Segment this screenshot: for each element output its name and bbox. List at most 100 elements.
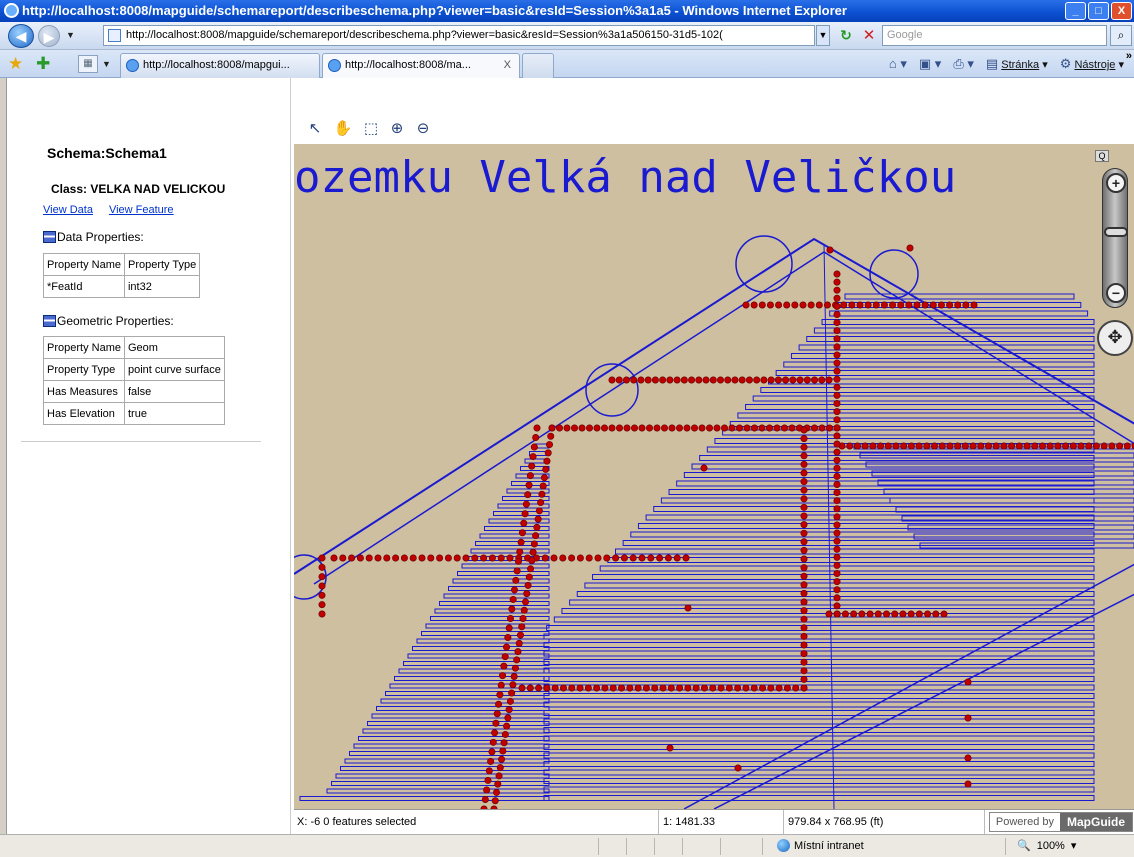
- view-data-link[interactable]: View Data: [43, 204, 93, 216]
- maximize-button[interactable]: □: [1088, 2, 1109, 20]
- map-graphics: ozemku Velká nad Veličkou: [294, 152, 1134, 809]
- back-button[interactable]: ◀: [8, 24, 34, 48]
- schema-title: Schema:Schema1: [47, 145, 167, 161]
- survey-point: [526, 684, 534, 692]
- history-dropdown[interactable]: ▼: [66, 30, 75, 40]
- zoom-rectangle-icon[interactable]: ⬚: [360, 118, 382, 140]
- parcel-strip: [461, 563, 550, 569]
- survey-point: [853, 442, 861, 450]
- address-bar[interactable]: http://localhost:8008/mapguide/schemarep…: [103, 25, 815, 46]
- parcel-strip: [380, 698, 550, 704]
- survey-point: [735, 424, 743, 432]
- close-window-button[interactable]: X: [1111, 2, 1132, 20]
- survey-point: [503, 643, 511, 651]
- survey-point: [742, 301, 750, 309]
- survey-point: [800, 650, 808, 658]
- survey-point: [493, 710, 501, 718]
- schema-report-pane: Schema:Schema1 Class: VELKA NAD VELICKOU…: [7, 78, 291, 834]
- survey-point: [833, 367, 841, 375]
- survey-point: [833, 456, 841, 464]
- data-properties-header[interactable]: Data Properties:: [43, 230, 144, 244]
- zoom-level[interactable]: 🔍 100% ▾: [1017, 839, 1076, 853]
- selected-text: 0 features selected: [323, 816, 417, 828]
- survey-point: [481, 795, 489, 803]
- survey-point: [570, 424, 578, 432]
- zoom-out-icon[interactable]: ⊖: [412, 118, 434, 140]
- survey-point: [1123, 442, 1131, 450]
- tab-label: http://localhost:8008/ma...: [345, 59, 471, 71]
- address-dropdown[interactable]: ▼: [816, 25, 830, 46]
- survey-point: [527, 565, 535, 573]
- tab-1[interactable]: http://localhost:8008/mapgui...: [120, 53, 320, 78]
- select-arrow-icon[interactable]: ↖: [304, 118, 326, 140]
- survey-point: [513, 656, 521, 664]
- survey-point: [623, 424, 631, 432]
- survey-point: [833, 521, 841, 529]
- zoom-in-icon[interactable]: ⊕: [386, 118, 408, 140]
- add-favorites-icon[interactable]: ✚: [36, 54, 50, 74]
- survey-point: [800, 521, 808, 529]
- survey-point: [745, 376, 753, 384]
- parcel-strip: [362, 728, 550, 734]
- new-tab-button[interactable]: [522, 53, 554, 78]
- divider: [1005, 838, 1006, 855]
- search-icon[interactable]: ⌕: [1110, 25, 1132, 46]
- zoom-out-button[interactable]: −: [1106, 283, 1126, 303]
- parcel-strip: [745, 404, 1095, 410]
- parcel-strip: [385, 691, 550, 696]
- quick-tabs-icon[interactable]: ▦: [78, 55, 98, 73]
- refresh-icon[interactable]: ↻: [836, 25, 856, 46]
- minimize-button[interactable]: _: [1065, 2, 1086, 20]
- survey-point: [767, 684, 775, 692]
- survey-point: [690, 424, 698, 432]
- forward-button[interactable]: ▶: [38, 25, 60, 47]
- survey-point: [833, 561, 841, 569]
- survey-point: [506, 697, 514, 705]
- survey-point: [522, 598, 530, 606]
- pan-hand-icon[interactable]: ✋: [332, 118, 354, 140]
- survey-point: [1077, 442, 1085, 450]
- survey-point: [833, 513, 841, 521]
- search-input[interactable]: Google: [882, 25, 1107, 46]
- print-icon[interactable]: ⎙ ▾: [953, 56, 974, 72]
- survey-point: [542, 465, 550, 473]
- zoom-slider-thumb[interactable]: [1104, 227, 1128, 237]
- survey-point: [523, 590, 531, 598]
- home-icon[interactable]: ⌂ ▾: [889, 56, 907, 72]
- geometric-properties-header[interactable]: Geometric Properties:: [43, 314, 174, 328]
- tab-close-icon[interactable]: X: [504, 54, 511, 77]
- survey-point: [653, 424, 661, 432]
- collapse-icon[interactable]: [43, 315, 56, 327]
- survey-point: [576, 684, 584, 692]
- pan-control-icon[interactable]: ✥: [1097, 320, 1133, 356]
- tab-2-active[interactable]: http://localhost:8008/ma... X: [322, 53, 520, 78]
- zoom-text: 100%: [1036, 839, 1065, 852]
- survey-point: [530, 540, 538, 548]
- page-menu[interactable]: ▤ Stránka ▾: [986, 56, 1048, 72]
- parcel-strip: [683, 472, 1095, 478]
- survey-point: [800, 555, 808, 563]
- page-icon: ▤: [985, 56, 999, 71]
- zoom-in-button[interactable]: +: [1106, 173, 1126, 193]
- zoom-search-icon[interactable]: Q: [1095, 150, 1109, 162]
- map-label: ozemku Velká nad Veličkou: [294, 152, 956, 203]
- favorites-star-icon[interactable]: ★: [8, 54, 23, 74]
- tools-menu[interactable]: ⚙ Nástroje ▾: [1060, 56, 1124, 72]
- survey-point: [969, 442, 977, 450]
- collapse-icon[interactable]: [43, 231, 56, 243]
- map-canvas[interactable]: ozemku Velká nad Veličkou Q + − ✥: [294, 144, 1134, 809]
- more-commands-icon[interactable]: »: [1126, 50, 1132, 62]
- survey-point: [758, 301, 766, 309]
- stop-icon[interactable]: ✕: [859, 25, 879, 46]
- survey-point: [938, 442, 946, 450]
- view-feature-link[interactable]: View Feature: [109, 204, 174, 216]
- survey-point: [540, 474, 548, 482]
- zoom-slider[interactable]: + −: [1102, 168, 1128, 308]
- survey-point: [488, 748, 496, 756]
- zoom-magnifier-icon: 🔍: [1017, 840, 1031, 852]
- survey-point: [524, 581, 532, 589]
- survey-point: [738, 376, 746, 384]
- tab-list-dropdown[interactable]: ▼: [102, 55, 114, 73]
- feeds-icon[interactable]: ▣ ▾: [919, 56, 941, 72]
- survey-point: [525, 573, 533, 581]
